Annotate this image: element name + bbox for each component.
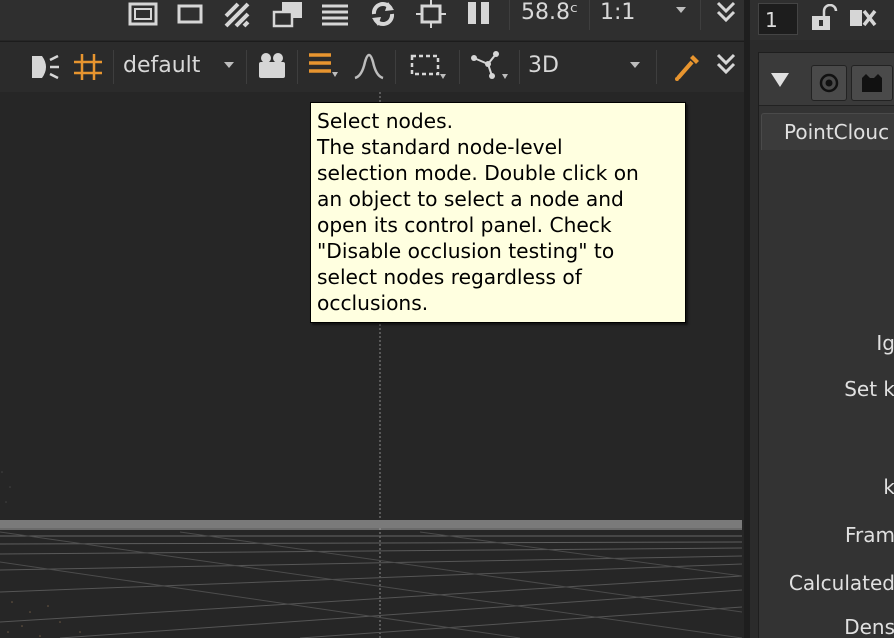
knob-label: Set k [844, 377, 894, 401]
knob-label: Fram [844, 523, 894, 547]
knob-label: Dens [844, 615, 894, 638]
properties-toolbar: 1 [750, 0, 894, 40]
vertex-select-icon[interactable] [470, 50, 514, 82]
properties-panel: 1 PointClouc Ig Set k k Fram Calculated … [750, 0, 894, 638]
tab-label: PointClouc [784, 120, 890, 144]
light-icon[interactable] [28, 52, 62, 82]
camera-icon[interactable] [256, 50, 290, 82]
node-properties: PointClouc Ig Set k k Fram Calculated De… [758, 52, 894, 638]
knob-label: Ig [876, 331, 894, 355]
separator [113, 50, 114, 84]
marquee-select-icon[interactable] [408, 50, 448, 82]
tab-pointcloud[interactable]: PointClouc [761, 113, 894, 150]
pause-icon[interactable] [462, 0, 496, 30]
separator [509, 0, 510, 30]
separator [656, 50, 657, 84]
chevron-down-icon[interactable] [630, 62, 640, 68]
target-icon [819, 73, 839, 93]
separator [589, 0, 590, 30]
knob-label: k [883, 475, 894, 499]
separator [459, 50, 460, 84]
viewer-toggle-button[interactable] [811, 65, 847, 101]
max-panels-input[interactable]: 1 [758, 3, 798, 35]
tooltip-title: Select nodes. [317, 109, 454, 133]
node-color-button[interactable] [851, 65, 893, 101]
viewer-toolbar-top: 58.8ᶜ 1:1 [0, 0, 744, 40]
grid-icon[interactable] [72, 52, 106, 82]
separator [395, 50, 396, 84]
viewer-toolbar-3d: default 3D [0, 41, 744, 93]
chevron-down-icon[interactable] [676, 7, 686, 13]
roi-icon[interactable] [414, 0, 448, 30]
layer-dropdown[interactable]: default [123, 53, 200, 79]
overlay-icon[interactable] [270, 0, 306, 30]
lines-icon[interactable] [318, 0, 352, 30]
full-frame-icon[interactable] [126, 0, 162, 30]
separator [700, 0, 701, 30]
refresh-icon[interactable] [366, 0, 400, 30]
frame-icon[interactable] [174, 0, 208, 30]
knobs-area: Ig Set k k Fram Calculated Dens [759, 149, 894, 638]
double-chevron-down-icon[interactable] [712, 52, 740, 82]
curve-icon[interactable] [352, 50, 386, 82]
separator [297, 50, 298, 84]
clear-panels-icon[interactable] [848, 6, 882, 32]
tooltip: Select nodes. The standard node-level se… [310, 102, 686, 323]
view-mode-dropdown[interactable]: 3D [528, 53, 559, 79]
cat-icon [862, 74, 882, 92]
separator [519, 50, 520, 84]
chevron-down-icon[interactable] [224, 62, 234, 68]
fps-readout: 58.8ᶜ [521, 0, 579, 25]
zoom-select[interactable]: 1:1 [600, 0, 635, 26]
double-chevron-down-icon[interactable] [712, 0, 740, 30]
stripes-icon[interactable] [222, 0, 256, 30]
lock-icon[interactable] [808, 4, 840, 34]
knob-label: Calculated [788, 571, 894, 595]
color-picker-icon[interactable] [672, 52, 702, 82]
node-properties-header [759, 53, 894, 106]
separator [246, 50, 247, 84]
tooltip-body: The standard node-level selection mode. … [317, 135, 639, 315]
collapse-triangle-icon[interactable] [769, 69, 791, 91]
select-nodes-icon[interactable] [304, 50, 342, 84]
